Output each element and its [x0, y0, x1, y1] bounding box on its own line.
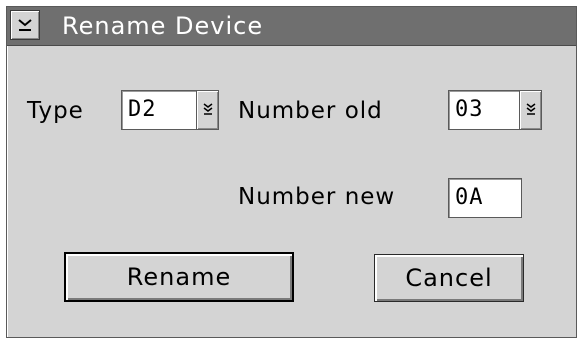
- type-dropdown[interactable]: D2: [121, 90, 219, 130]
- title-bar[interactable]: Rename Device: [7, 7, 576, 46]
- chevron-down-bar-icon: [526, 101, 536, 120]
- chevron-down-bar-icon: [17, 18, 33, 32]
- number-old-dropdown-button[interactable]: [520, 90, 542, 130]
- number-old-label: Number old: [238, 98, 383, 124]
- number-new-label: Number new: [238, 184, 396, 210]
- rename-button[interactable]: Rename: [64, 252, 294, 302]
- type-value[interactable]: D2: [121, 90, 197, 130]
- number-new-input[interactable]: 0A: [448, 178, 522, 218]
- cancel-button[interactable]: Cancel: [374, 254, 524, 302]
- number-old-dropdown[interactable]: 03: [448, 90, 542, 130]
- number-old-value[interactable]: 03: [448, 90, 520, 130]
- type-label: Type: [27, 98, 84, 124]
- system-menu-button[interactable]: [10, 10, 40, 40]
- type-dropdown-button[interactable]: [197, 90, 219, 130]
- rename-device-dialog: Rename Device Type D2 Number old 03 Numb…: [6, 6, 577, 338]
- chevron-down-bar-icon: [203, 101, 213, 120]
- dialog-title: Rename Device: [62, 12, 264, 40]
